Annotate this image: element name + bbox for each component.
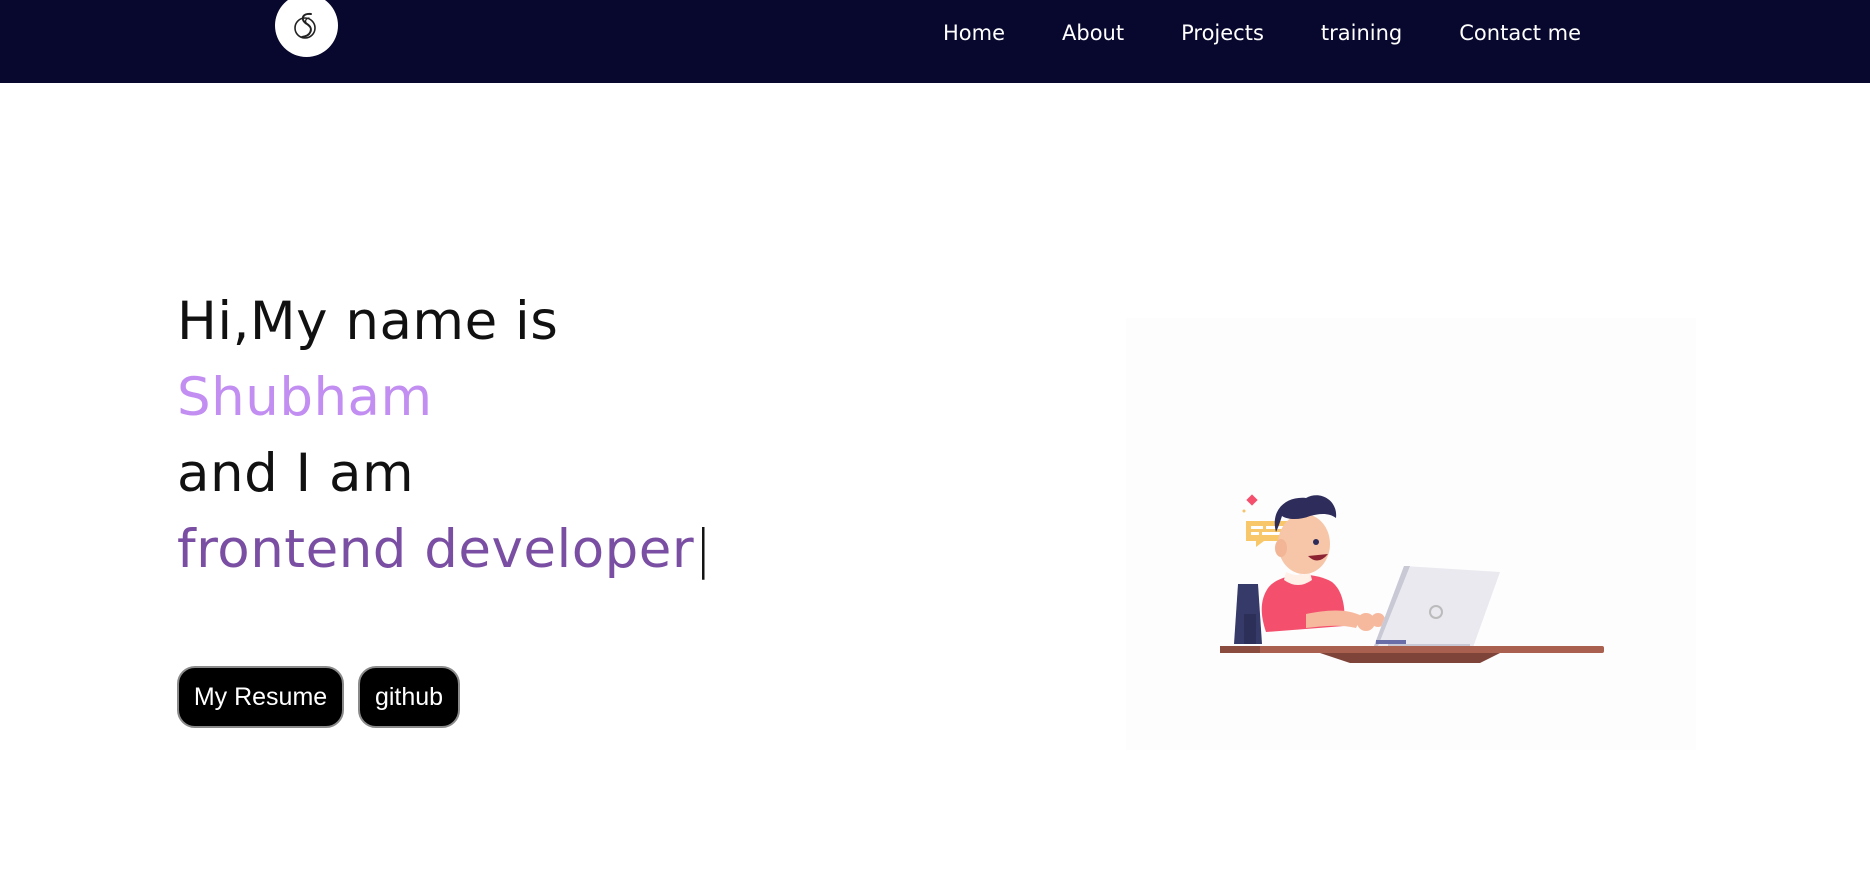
hero-role: frontend developer [177,519,695,580]
hero-name: Shubham [177,367,433,428]
github-button[interactable]: github [358,666,460,728]
nav-about[interactable]: About [1062,21,1124,45]
hero-text: Hi,My name is Shubham and I am frontend … [177,284,713,588]
hero-connector: and I am [177,443,415,504]
logo[interactable] [275,0,338,57]
developer-illustration-svg [1220,494,1604,663]
resume-button[interactable]: My Resume [177,666,344,728]
nav-home[interactable]: Home [943,21,1005,45]
typing-cursor: | [694,519,713,580]
navbar: Home About Projects training Contact me [0,0,1870,83]
hero-role-line: frontend developer| [177,512,713,588]
nav-links: Home About Projects training Contact me [943,0,1581,66]
nav-training[interactable]: training [1321,21,1402,45]
nav-projects[interactable]: Projects [1181,21,1264,45]
developer-at-laptop-illustration [1126,318,1696,750]
signature-s-logo-icon [293,12,316,39]
nav-contact[interactable]: Contact me [1459,21,1581,45]
hero-greeting: Hi,My name is [177,291,559,352]
